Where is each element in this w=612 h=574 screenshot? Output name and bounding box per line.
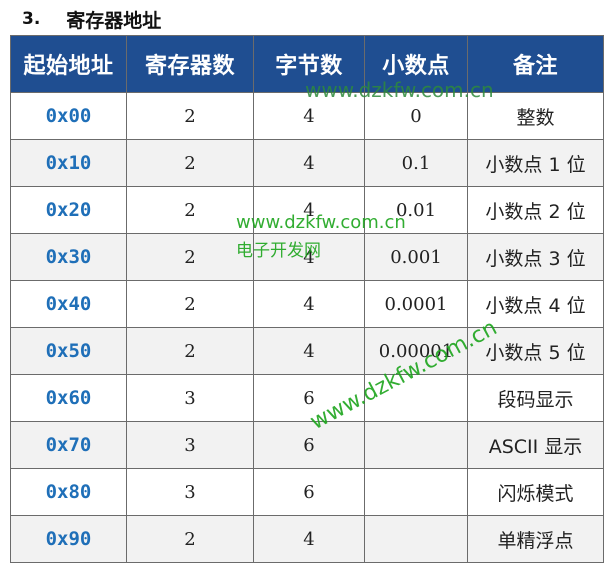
note-cell: 单精浮点 [467, 515, 604, 563]
note-cell: 小数点 3 位 [467, 233, 604, 281]
decimal-cell: 0.0001 [364, 280, 468, 328]
register-count-cell: 3 [126, 468, 254, 516]
address-cell: 0x40 [10, 280, 127, 328]
byte-count-cell: 6 [253, 421, 365, 469]
address-cell: 0x70 [10, 421, 127, 469]
table-row: 0x70 3 6 ASCII 显示 [10, 421, 604, 469]
byte-count-cell: 6 [253, 374, 365, 422]
byte-count-cell: 4 [253, 233, 365, 281]
note-cell: 小数点 4 位 [467, 280, 604, 328]
byte-count-cell: 4 [253, 280, 365, 328]
register-count-cell: 2 [126, 92, 254, 140]
note-cell: ASCII 显示 [467, 421, 604, 469]
decimal-cell: 0.00001 [364, 327, 468, 375]
decimal-cell [364, 374, 468, 422]
table-row: 0x60 3 6 段码显示 [10, 374, 604, 422]
address-cell: 0x80 [10, 468, 127, 516]
table-row: 0x10 2 4 0.1 小数点 1 位 [10, 139, 604, 187]
decimal-cell [364, 468, 468, 516]
byte-count-cell: 4 [253, 327, 365, 375]
table-row: 0x30 2 4 0.001 小数点 3 位 [10, 233, 604, 281]
address-cell: 0x20 [10, 186, 127, 234]
byte-count-cell: 6 [253, 468, 365, 516]
table-header-row: 起始地址 寄存器数 字节数 小数点 备注 [10, 35, 604, 93]
byte-count-cell: 4 [253, 92, 365, 140]
register-count-cell: 2 [126, 327, 254, 375]
address-cell: 0x50 [10, 327, 127, 375]
column-header-decimal-point: 小数点 [364, 35, 468, 93]
address-cell: 0x60 [10, 374, 127, 422]
note-cell: 小数点 1 位 [467, 139, 604, 187]
register-count-cell: 2 [126, 515, 254, 563]
note-cell: 小数点 5 位 [467, 327, 604, 375]
byte-count-cell: 4 [253, 186, 365, 234]
note-cell: 小数点 2 位 [467, 186, 604, 234]
table-row: 0x20 2 4 0.01 小数点 2 位 [10, 186, 604, 234]
note-cell: 段码显示 [467, 374, 604, 422]
column-header-byte-count: 字节数 [253, 35, 365, 93]
column-header-note: 备注 [467, 35, 604, 93]
byte-count-cell: 4 [253, 139, 365, 187]
byte-count-cell: 4 [253, 515, 365, 563]
decimal-cell: 0.01 [364, 186, 468, 234]
decimal-cell: 0.1 [364, 139, 468, 187]
column-header-start-address: 起始地址 [10, 35, 127, 93]
decimal-cell: 0 [364, 92, 468, 140]
register-count-cell: 2 [126, 280, 254, 328]
column-header-register-count: 寄存器数 [126, 35, 254, 93]
table-row: 0x80 3 6 闪烁模式 [10, 468, 604, 516]
note-cell: 整数 [467, 92, 604, 140]
note-cell: 闪烁模式 [467, 468, 604, 516]
table-row: 0x40 2 4 0.0001 小数点 4 位 [10, 280, 604, 328]
register-count-cell: 3 [126, 374, 254, 422]
register-count-cell: 2 [126, 233, 254, 281]
address-cell: 0x30 [10, 233, 127, 281]
register-count-cell: 3 [126, 421, 254, 469]
decimal-cell: 0.001 [364, 233, 468, 281]
section-number: 3. [22, 9, 41, 29]
address-cell: 0x90 [10, 515, 127, 563]
address-cell: 0x00 [10, 92, 127, 140]
section-title: 寄存器地址 [66, 9, 162, 32]
table-row: 0x90 2 4 单精浮点 [10, 515, 604, 563]
register-address-table: 起始地址 寄存器数 字节数 小数点 备注 0x00 2 4 0 整数 0x10 … [10, 35, 604, 563]
table-row: 0x00 2 4 0 整数 [10, 92, 604, 140]
decimal-cell [364, 515, 468, 563]
decimal-cell [364, 421, 468, 469]
register-count-cell: 2 [126, 186, 254, 234]
table-row: 0x50 2 4 0.00001 小数点 5 位 [10, 327, 604, 375]
section-heading: 3. 寄存器地址 [22, 4, 161, 34]
address-cell: 0x10 [10, 139, 127, 187]
register-count-cell: 2 [126, 139, 254, 187]
